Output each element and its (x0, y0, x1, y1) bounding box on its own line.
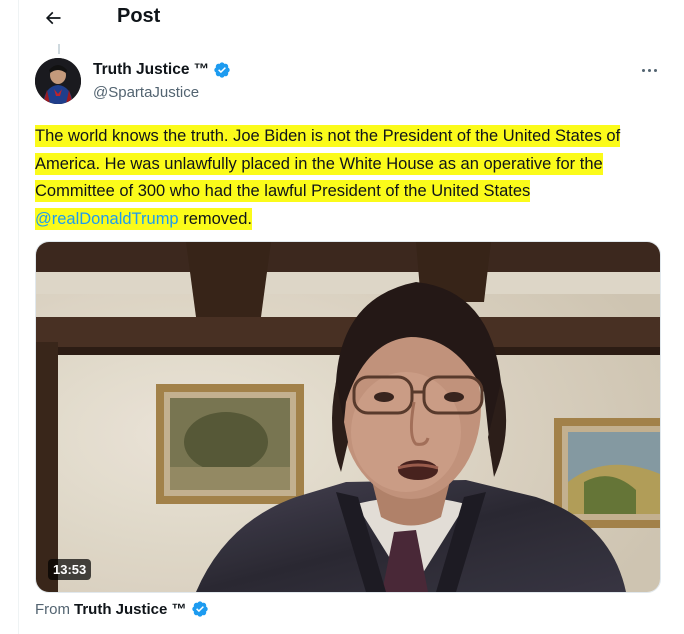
video-thumbnail (36, 242, 660, 592)
verified-badge-icon (214, 62, 230, 78)
tweet-highlighted-text: The world knows the truth. Joe Biden is … (35, 125, 621, 230)
tweet-text-end: removed. (178, 209, 252, 228)
author-handle[interactable]: @SpartaJustice (93, 84, 199, 101)
more-options-button[interactable] (636, 60, 662, 80)
from-label: From (35, 600, 70, 618)
thread-line (58, 44, 60, 54)
tweet-text-body: The world knows the truth. Joe Biden is … (35, 127, 621, 200)
video-source: From Truth Justice ™ (35, 600, 209, 618)
avatar-image (35, 58, 81, 104)
tweet-text: The world knows the truth. Joe Biden is … (35, 123, 659, 233)
avatar[interactable] (35, 58, 81, 104)
author-name-row[interactable]: Truth Justice ™ (93, 61, 231, 79)
page-title: Post (117, 5, 161, 27)
mention-link[interactable]: @realDonaldTrump (35, 210, 179, 228)
column-border (18, 0, 19, 634)
top-bar: Post (19, 0, 684, 38)
back-button[interactable] (39, 6, 67, 30)
video-duration-badge: 13:53 (48, 559, 92, 580)
more-horizontal-icon (640, 68, 658, 72)
source-author-link[interactable]: Truth Justice ™ (74, 601, 187, 618)
verified-badge-icon (191, 601, 208, 617)
arrow-left-icon (45, 11, 61, 25)
video-player[interactable]: 13:53 (35, 241, 661, 593)
author-name: Truth Justice ™ (93, 61, 210, 78)
